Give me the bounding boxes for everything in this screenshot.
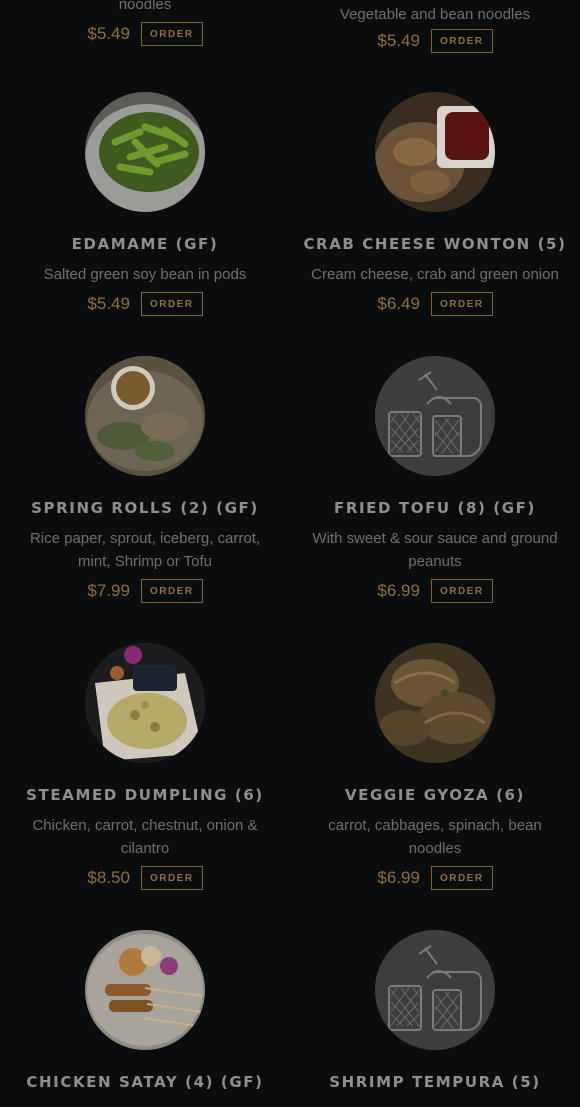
item-name: CRAB CHEESE WONTON (5) xyxy=(303,235,567,253)
order-button[interactable]: ORDER xyxy=(430,866,493,890)
price-row: $7.99 ORDER xyxy=(87,579,203,603)
item-price: $5.49 xyxy=(377,31,420,50)
dumpling-photo[interactable] xyxy=(85,643,205,763)
item-description: noodles xyxy=(118,0,172,13)
price-row: $6.99 ORDER xyxy=(377,579,493,603)
item-name: STEAMED DUMPLING (6) xyxy=(26,786,264,804)
menu-item: Vegetable and bean noodles $5.49 ORDER xyxy=(290,0,580,53)
order-button[interactable]: ORDER xyxy=(140,292,203,316)
menu-grid: noodles $5.49 ORDER Vegetable and bean n… xyxy=(0,0,580,53)
satay-photo[interactable] xyxy=(85,930,205,1050)
menu-page: noodles $5.49 ORDER Vegetable and bean n… xyxy=(0,0,580,1094)
item-name: SHRIMP TEMPURA (5) xyxy=(329,1073,541,1091)
item-description: Rice paper, sprout, iceberg, carrot, min… xyxy=(29,530,261,570)
menu-grid: SPRING ROLLS (2) (GF) Rice paper, sprout… xyxy=(0,356,580,603)
item-description: carrot, cabbages, spinach, bean noodles xyxy=(328,817,542,857)
item-description: Cream cheese, crab and green onion xyxy=(311,266,559,283)
menu-grid: CHICKEN SATAY (4) (GF) SHRIMP TEMPURA (5… xyxy=(0,930,580,1094)
menu-item: EDAMAME (GF) Salted green soy bean in po… xyxy=(0,92,290,316)
item-price: $8.50 xyxy=(87,868,130,887)
order-button[interactable]: ORDER xyxy=(140,22,203,46)
item-name: VEGGIE GYOZA (6) xyxy=(344,786,526,804)
menu-item: FRIED TOFU (8) (GF) With sweet & sour sa… xyxy=(290,356,580,603)
price-row: $5.49 ORDER xyxy=(377,29,493,53)
menu-item: CHICKEN SATAY (4) (GF) xyxy=(0,930,290,1094)
price-row: $6.49 ORDER xyxy=(377,292,493,316)
edamame-photo[interactable] xyxy=(85,92,205,212)
price-row: $6.99 ORDER xyxy=(377,866,493,890)
item-price: $5.49 xyxy=(87,294,130,313)
menu-item: noodles $5.49 ORDER xyxy=(0,0,290,53)
menu-item: SPRING ROLLS (2) (GF) Rice paper, sprout… xyxy=(0,356,290,603)
order-button[interactable]: ORDER xyxy=(430,292,493,316)
menu-item: VEGGIE GYOZA (6) carrot, cabbages, spina… xyxy=(290,643,580,890)
item-description: With sweet & sour sauce and ground peanu… xyxy=(312,530,558,570)
order-button[interactable]: ORDER xyxy=(430,579,493,603)
wonton-photo[interactable] xyxy=(375,92,495,212)
item-name: EDAMAME (GF) xyxy=(71,235,219,253)
placeholder-icon[interactable] xyxy=(375,930,495,1050)
order-button[interactable]: ORDER xyxy=(140,866,203,890)
menu-grid: STEAMED DUMPLING (6) Chicken, carrot, ch… xyxy=(0,643,580,890)
menu-item: CRAB CHEESE WONTON (5) Cream cheese, cra… xyxy=(290,92,580,316)
item-description: Chicken, carrot, chestnut, onion & cilan… xyxy=(32,817,258,857)
spring-rolls-photo[interactable] xyxy=(85,356,205,476)
item-price: $6.99 xyxy=(377,868,420,887)
item-price: $5.49 xyxy=(87,24,130,43)
item-price: $7.99 xyxy=(87,581,130,600)
item-description: Salted green soy bean in pods xyxy=(43,266,247,283)
item-price: $6.49 xyxy=(377,294,420,313)
item-price: $6.99 xyxy=(377,581,420,600)
order-button[interactable]: ORDER xyxy=(430,29,493,53)
menu-grid: EDAMAME (GF) Salted green soy bean in po… xyxy=(0,92,580,316)
price-row: $5.49 ORDER xyxy=(87,22,203,46)
item-description: Vegetable and bean noodles xyxy=(339,6,531,23)
order-button[interactable]: ORDER xyxy=(140,579,203,603)
price-row: $8.50 ORDER xyxy=(87,866,203,890)
item-name: CHICKEN SATAY (4) (GF) xyxy=(26,1073,264,1091)
placeholder-icon[interactable] xyxy=(375,356,495,476)
item-name: SPRING ROLLS (2) (GF) xyxy=(31,499,259,517)
item-name: FRIED TOFU (8) (GF) xyxy=(334,499,536,517)
menu-item: SHRIMP TEMPURA (5) xyxy=(290,930,580,1094)
price-row: $5.49 ORDER xyxy=(87,292,203,316)
gyoza-photo[interactable] xyxy=(375,643,495,763)
menu-item: STEAMED DUMPLING (6) Chicken, carrot, ch… xyxy=(0,643,290,890)
